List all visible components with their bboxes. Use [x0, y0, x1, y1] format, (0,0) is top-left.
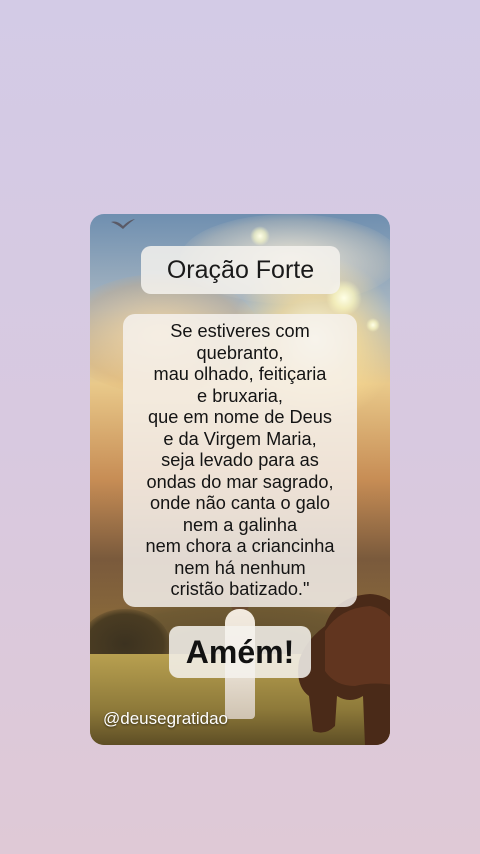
prayer-card: Se estiveres com quebranto, mau olhado, … — [123, 314, 357, 607]
prayer-line: nem a galinha — [182, 514, 298, 535]
bird-icon — [111, 219, 135, 229]
prayer-line: e bruxaria, — [197, 385, 283, 406]
author-handle: @deusegratidao — [103, 709, 229, 728]
page-title: Oração Forte — [166, 255, 315, 284]
prayer-text: Se estiveres com quebranto, mau olhado, … — [123, 321, 357, 601]
prayer-line: ondas do mar sagrado, — [146, 471, 334, 492]
prayer-line: nem chora a criancinha — [145, 536, 335, 556]
prayer-line: cristão batizado." — [170, 579, 310, 599]
prayer-line: e da Virgem Maria, — [163, 428, 317, 449]
prayer-line: seja levado para as — [161, 450, 319, 470]
title-card: Oração Forte — [141, 246, 340, 294]
sparkle — [366, 318, 380, 332]
prayer-line: Se estiveres com — [170, 321, 310, 341]
prayer-line: onde não canta o galo — [149, 493, 330, 513]
prayer-line: que em nome de Deus — [147, 407, 332, 427]
closing-card: Amém! — [169, 626, 311, 678]
closing-text: Amém! — [185, 633, 295, 670]
prayer-line: mau olhado, feitiçaria — [153, 364, 327, 384]
sparkle — [250, 226, 270, 246]
prayer-line: quebranto, — [196, 342, 284, 363]
prayer-line: nem há nenhum — [174, 557, 306, 578]
